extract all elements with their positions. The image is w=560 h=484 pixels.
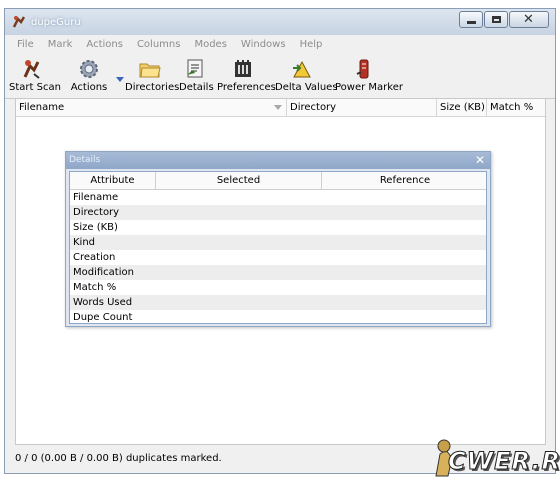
column-match[interactable]: Match % [487,99,546,116]
maximize-icon [492,16,501,23]
actions-label: Actions [70,82,108,93]
details-row-filename: Filename [73,192,119,203]
details-row-kind: Kind [70,235,486,250]
directories-button[interactable]: Directories [125,56,180,93]
preferences-label: Preferences [217,82,276,93]
gear-icon [69,56,109,82]
column-filename[interactable]: Filename [16,99,287,116]
delta-values-label: Delta Values [275,82,338,93]
details-icon [179,56,211,82]
details-title-bar[interactable]: Details ✕ [66,152,490,169]
start-scan-icon [9,56,55,82]
preferences-icon [217,56,269,82]
results-header: Filename Directory Size (KB) Match % [16,99,545,117]
power-marker-label: Power Marker [335,82,403,93]
actions-button[interactable]: Actions [69,56,109,93]
watermark-text: CWER.RU [448,447,560,476]
menu-mark[interactable]: Mark [48,39,73,50]
close-icon: ✕ [523,12,534,27]
details-column-selected[interactable]: Selected [156,172,322,189]
details-column-reference[interactable]: Reference [322,172,486,189]
menu-modes[interactable]: Modes [194,39,226,50]
details-panel: Details ✕ Attribute Selected Reference F… [65,151,491,327]
menu-actions[interactable]: Actions [86,39,123,50]
details-button[interactable]: Details [179,56,214,93]
toolbar: Start Scan Actions Directories Details P… [5,54,555,99]
directories-label: Directories [125,82,180,93]
start-scan-label: Start Scan [9,82,61,93]
column-size[interactable]: Size (KB) [437,99,487,116]
details-title: Details [69,155,101,165]
app-icon [12,15,26,29]
menu-bar: File Mark Actions Columns Modes Windows … [5,35,555,55]
details-row-words-used: Words Used [70,295,486,310]
menu-columns[interactable]: Columns [137,39,181,50]
details-column-attribute[interactable]: Attribute [70,172,156,189]
column-directory[interactable]: Directory [287,99,437,116]
start-scan-button[interactable]: Start Scan [9,56,61,93]
menu-file[interactable]: File [17,39,34,50]
sort-arrow-icon [274,105,282,110]
title-bar: dupeGuru ✕ [5,9,555,35]
details-label: Details [179,82,214,93]
details-row-dupe-count: Dupe Count [73,312,133,323]
close-button[interactable]: ✕ [509,11,549,28]
watermark-logo: CWER.RU [430,436,560,480]
window-controls: ✕ [458,11,549,28]
maximize-button[interactable] [484,11,508,28]
details-row-directory: Directory [70,205,486,220]
details-header: Attribute Selected Reference [70,172,486,190]
window-title: dupeGuru [31,17,81,28]
preferences-button[interactable]: Preferences [217,56,276,93]
power-marker-button[interactable]: Power Marker [335,56,403,93]
details-row-creation: Creation [73,252,116,263]
details-close-icon[interactable]: ✕ [475,153,485,167]
minimize-button[interactable] [459,11,483,28]
delta-values-button[interactable]: Delta Values [275,56,338,93]
menu-help[interactable]: Help [300,39,323,50]
actions-dropdown-arrow-icon[interactable] [116,77,124,82]
power-marker-icon [335,56,393,82]
status-text: 0 / 0 (0.00 B / 0.00 B) duplicates marke… [15,453,222,464]
menu-windows[interactable]: Windows [241,39,286,50]
details-row-match: Match % [73,282,117,293]
details-row-size: Size (KB) [73,222,118,233]
details-table: Attribute Selected Reference Filename Di… [69,171,487,324]
folder-icon [125,56,175,82]
delta-icon [275,56,329,82]
details-row-modification: Modification [70,265,486,280]
minimize-icon [467,21,476,24]
